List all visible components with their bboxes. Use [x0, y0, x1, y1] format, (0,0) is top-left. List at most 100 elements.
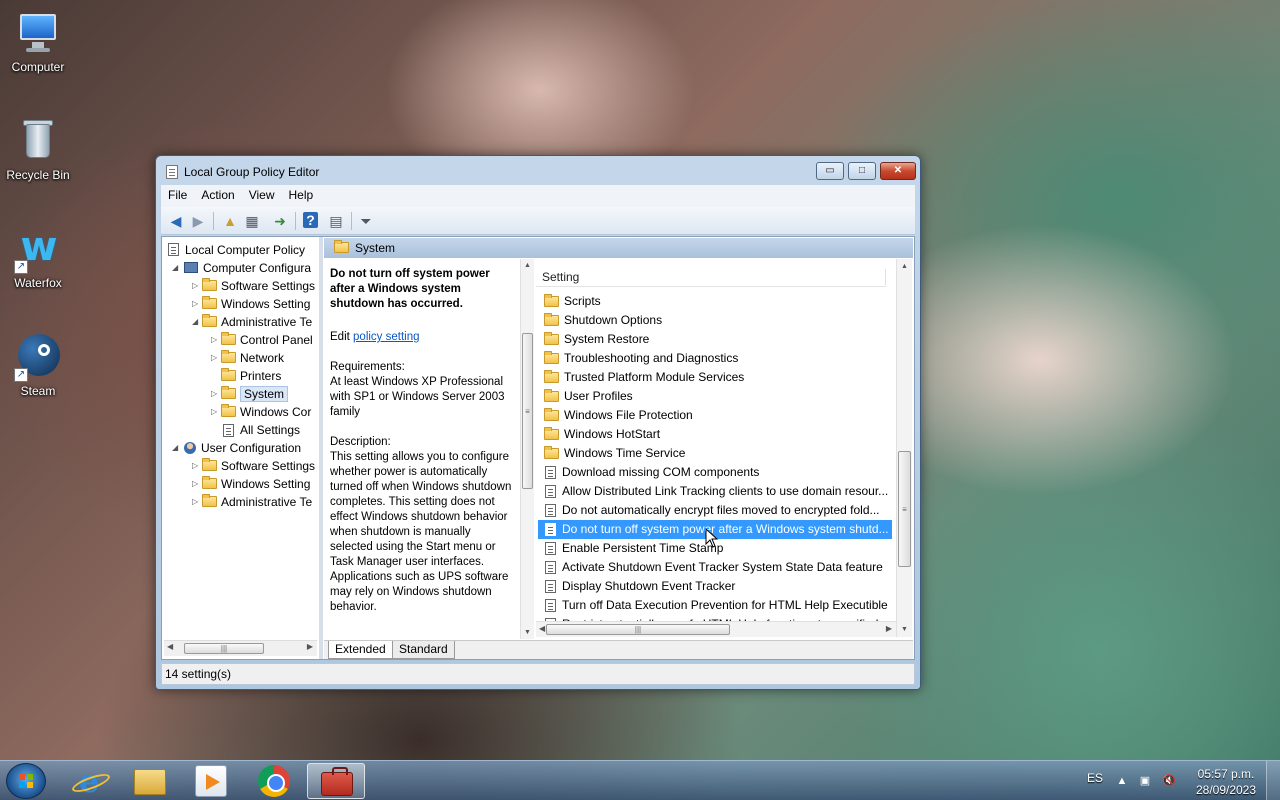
scroll-right-icon[interactable]: ▶	[886, 624, 892, 633]
tree-item-windows-settings[interactable]: ▷ Windows Setting	[192, 295, 310, 313]
list-item-folder[interactable]: Trusted Platform Module Services	[538, 368, 892, 387]
tree-item-network[interactable]: ▷ Network	[211, 349, 284, 367]
expand-icon[interactable]: ▷	[211, 349, 221, 367]
expand-icon[interactable]: ▷	[192, 493, 202, 511]
tree-item-software-settings[interactable]: ▷ Software Settings	[192, 277, 315, 295]
scroll-thumb[interactable]: ≡	[522, 333, 533, 489]
tree-item-user-software-settings[interactable]: ▷ Software Settings	[192, 457, 315, 475]
clock[interactable]: 05:57 p.m. 28/09/2023	[1193, 766, 1259, 800]
list-item-folder[interactable]: Shutdown Options	[538, 311, 892, 330]
show-hide-tree-icon[interactable]: ▦	[243, 212, 261, 230]
tree-item-control-panel[interactable]: ▷ Control Panel	[211, 331, 313, 349]
menu-file[interactable]: File	[161, 185, 194, 202]
right-pane-header: System	[324, 238, 913, 258]
scroll-thumb[interactable]: |||	[184, 643, 264, 654]
menu-action[interactable]: Action	[194, 185, 241, 202]
taskbar-media-player[interactable]	[182, 763, 240, 799]
back-arrow-icon[interactable]: ◀	[167, 212, 185, 230]
list-item-setting[interactable]: Do not automatically encrypt files moved…	[538, 501, 892, 520]
list-vertical-scrollbar[interactable]: ▲ ≡ ▼	[896, 259, 912, 637]
collapse-icon[interactable]: ◢	[172, 439, 182, 457]
tree-item-user-configuration[interactable]: ◢ User Configuration	[172, 439, 301, 457]
menu-help[interactable]: Help	[282, 185, 321, 202]
expand-icon[interactable]: ▷	[211, 331, 221, 349]
desktop-icon-recycle-bin[interactable]: Recycle Bin	[0, 116, 76, 182]
export-list-icon[interactable]: ➜	[271, 212, 289, 230]
expand-icon[interactable]: ▷	[192, 457, 202, 475]
pane-splitter[interactable]	[319, 237, 323, 659]
edit-policy-setting-link[interactable]: policy setting	[353, 331, 419, 343]
network-icon[interactable]: ▣	[1137, 773, 1153, 789]
taskbar-chrome[interactable]	[245, 763, 303, 799]
expand-icon[interactable]: ▷	[211, 385, 221, 403]
expand-icon[interactable]: ▷	[211, 403, 221, 421]
up-folder-icon[interactable]: ▲	[221, 212, 239, 230]
taskbar-file-explorer[interactable]	[121, 763, 179, 799]
language-indicator[interactable]: ES	[1087, 771, 1103, 800]
tab-extended[interactable]: Extended	[328, 641, 393, 659]
tree-item-user-administrative-templates[interactable]: ▷ Administrative Te	[192, 493, 312, 511]
minimize-button[interactable]: ▭	[816, 162, 844, 180]
tree-item-printers[interactable]: Printers	[211, 367, 281, 385]
properties-icon[interactable]: ▤	[327, 212, 345, 230]
list-horizontal-scrollbar[interactable]: ◀ ||| ▶	[536, 621, 896, 637]
collapse-icon[interactable]: ◢	[192, 313, 202, 331]
taskbar-internet-explorer[interactable]: e	[60, 763, 118, 799]
folder-icon	[202, 476, 217, 489]
scroll-thumb[interactable]: ≡	[898, 451, 911, 567]
filter-icon[interactable]: ⏷	[357, 212, 375, 230]
tree-horizontal-scrollbar[interactable]: ◀ ||| ▶	[164, 640, 317, 656]
menu-view[interactable]: View	[242, 185, 282, 202]
list-item-folder[interactable]: Windows HotStart	[538, 425, 892, 444]
tree-item-system[interactable]: ▷ System	[211, 385, 289, 403]
tree-item-all-settings[interactable]: All Settings	[211, 421, 300, 439]
scroll-down-icon[interactable]: ▼	[524, 629, 531, 636]
collapse-icon[interactable]: ◢	[172, 259, 182, 277]
list-item-folder[interactable]: Scripts	[538, 292, 892, 311]
tree-item-windows-components[interactable]: ▷ Windows Cor	[211, 403, 311, 421]
desktop-icon-waterfox[interactable]: w ↗ Waterfox	[0, 224, 76, 290]
description-scrollbar[interactable]: ▲ ≡ ▼	[520, 259, 534, 639]
tab-standard[interactable]: Standard	[392, 641, 455, 659]
show-hidden-icons-icon[interactable]: ▲	[1114, 773, 1130, 789]
desktop-icon-computer[interactable]: Computer	[0, 8, 76, 74]
scroll-down-icon[interactable]: ▼	[901, 626, 908, 633]
expand-icon[interactable]: ▷	[192, 295, 202, 313]
scroll-left-icon[interactable]: ◀	[167, 642, 173, 651]
expand-icon[interactable]: ▷	[192, 277, 202, 295]
tree-item-user-windows-settings[interactable]: ▷ Windows Setting	[192, 475, 310, 493]
desktop-icon-steam[interactable]: ↗ Steam	[0, 332, 76, 398]
column-header-setting[interactable]: Setting	[536, 267, 886, 287]
folder-icon	[221, 404, 236, 417]
list-item-setting[interactable]: Display Shutdown Event Tracker	[538, 577, 892, 596]
list-item-setting[interactable]: Turn off Data Execution Prevention for H…	[538, 596, 892, 615]
tree-item-local-computer-policy[interactable]: Local Computer Policy	[166, 241, 305, 259]
folder-icon	[544, 446, 559, 459]
list-item-folder[interactable]: Troubleshooting and Diagnostics	[538, 349, 892, 368]
list-item-folder[interactable]: User Profiles	[538, 387, 892, 406]
list-item-folder[interactable]: Windows Time Service	[538, 444, 892, 463]
start-button[interactable]	[6, 763, 46, 799]
title-bar[interactable]: Local Group Policy Editor ▭ □ ✕	[156, 156, 920, 186]
list-item-setting[interactable]: Activate Shutdown Event Tracker System S…	[538, 558, 892, 577]
maximize-button[interactable]: □	[848, 162, 876, 180]
list-item-folder[interactable]: System Restore	[538, 330, 892, 349]
list-item-folder[interactable]: Windows File Protection	[538, 406, 892, 425]
volume-muted-icon[interactable]: 🔇	[1161, 773, 1177, 789]
show-desktop-button[interactable]	[1266, 761, 1280, 800]
forward-arrow-icon[interactable]: ▶	[189, 212, 207, 230]
list-item-setting[interactable]: Allow Distributed Link Tracking clients …	[538, 482, 892, 501]
expand-icon[interactable]: ▷	[192, 475, 202, 493]
scroll-right-icon[interactable]: ▶	[307, 642, 313, 651]
scroll-thumb[interactable]: |||	[546, 624, 730, 635]
taskbar-group-policy-editor[interactable]	[307, 763, 365, 799]
tree-item-administrative-templates[interactable]: ◢ Administrative Te	[192, 313, 312, 331]
close-button[interactable]: ✕	[880, 162, 916, 180]
tree-item-computer-configuration[interactable]: ◢ Computer Configura	[172, 259, 311, 277]
scroll-left-icon[interactable]: ◀	[539, 624, 545, 633]
requirements-text: At least Windows XP Professional with SP…	[330, 376, 505, 418]
list-item-setting[interactable]: Download missing COM components	[538, 463, 892, 482]
scroll-up-icon[interactable]: ▲	[524, 262, 531, 269]
scroll-up-icon[interactable]: ▲	[901, 263, 908, 270]
help-icon[interactable]: ?	[303, 212, 318, 228]
